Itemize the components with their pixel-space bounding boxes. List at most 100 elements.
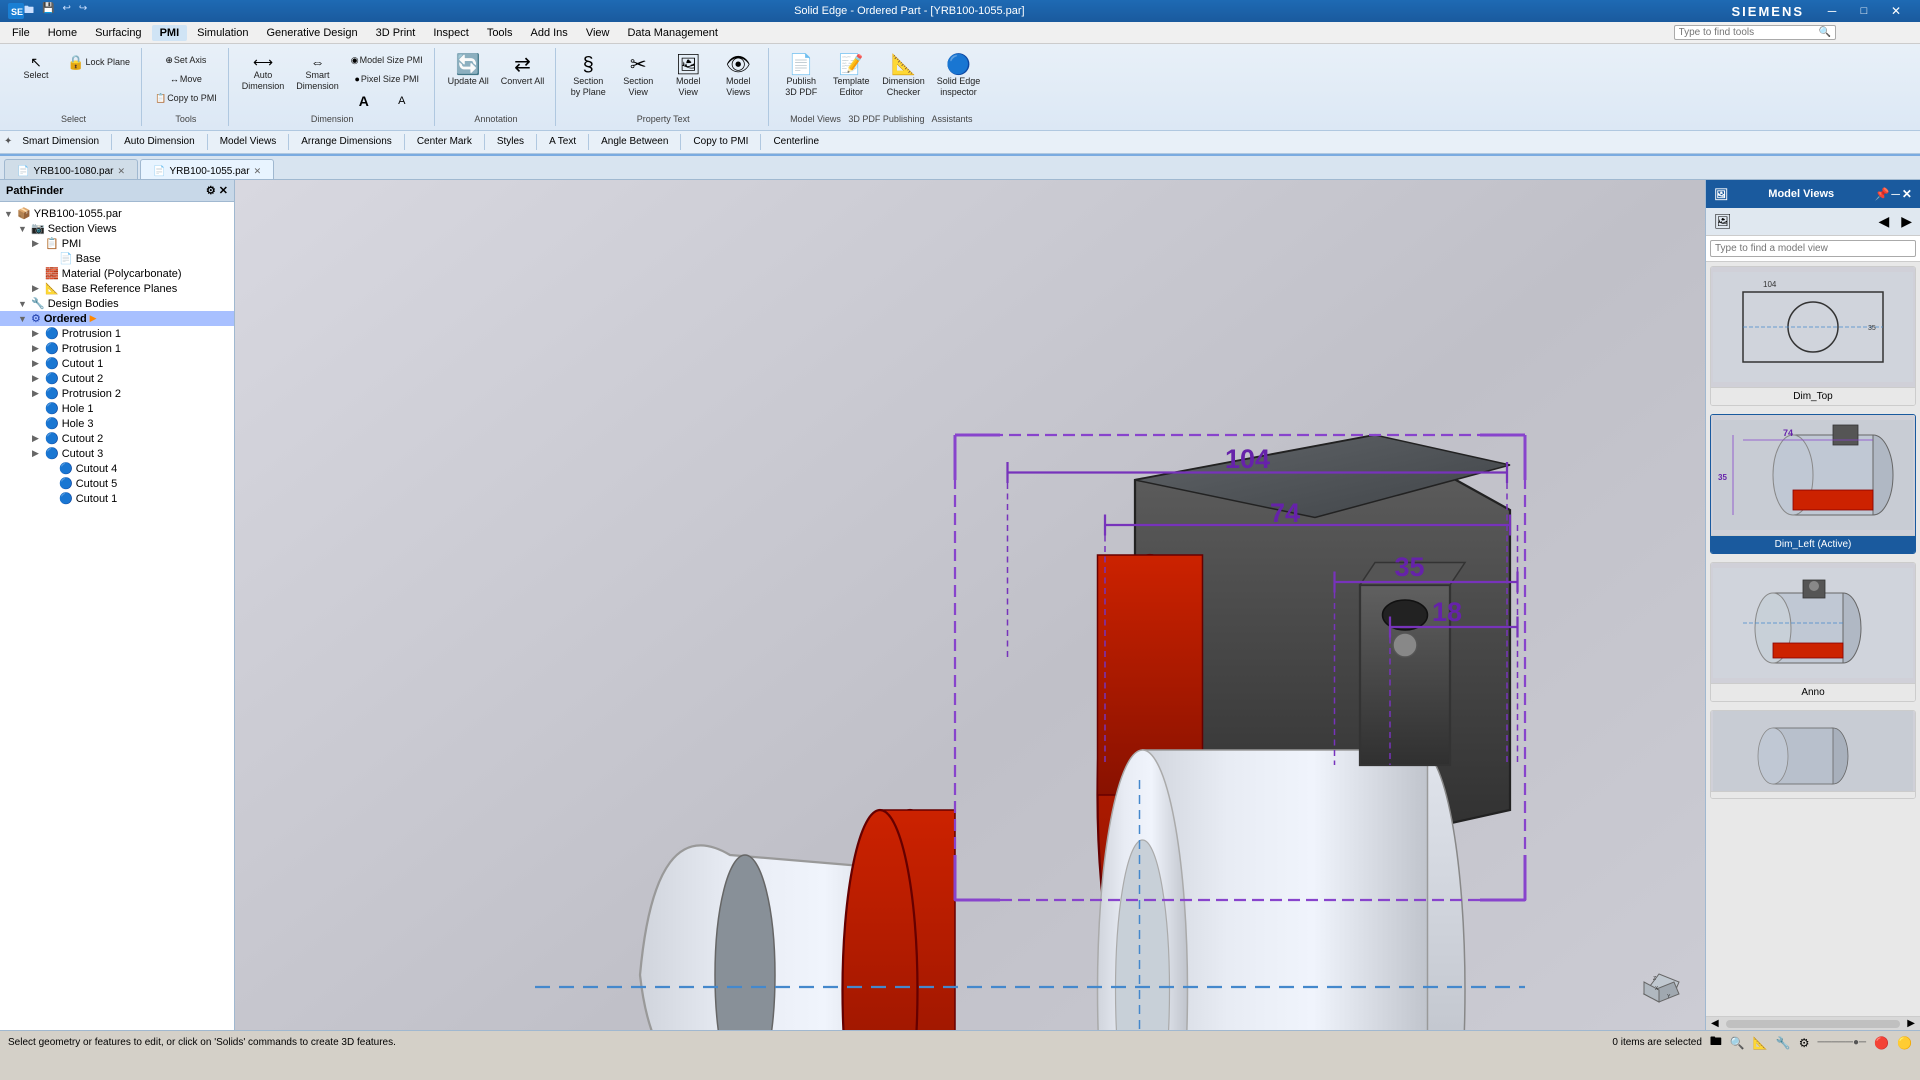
doc-tab-1055[interactable]: 📄 YRB100-1055.par ✕ bbox=[140, 159, 274, 179]
close-tab-1080[interactable]: ✕ bbox=[118, 166, 126, 177]
expand-icon[interactable]: ▶ bbox=[32, 328, 42, 339]
tree-cutout5[interactable]: 🔵 Cutout 5 bbox=[0, 476, 234, 491]
angle-between-tb2[interactable]: Angle Between bbox=[597, 135, 672, 148]
menu-inspect[interactable]: Inspect bbox=[425, 25, 476, 41]
mv-horizontal-scrollbar[interactable]: ◀ ▶ bbox=[1706, 1016, 1920, 1030]
tree-cutout1[interactable]: ▶ 🔵 Cutout 1 bbox=[0, 356, 234, 371]
text-tb2[interactable]: A Text bbox=[545, 135, 580, 148]
menu-simulation[interactable]: Simulation bbox=[189, 25, 256, 41]
expand-icon[interactable]: ▶ bbox=[32, 373, 42, 384]
orientation-cube[interactable]: X Y Z bbox=[1629, 954, 1689, 1014]
tree-design-bodies[interactable]: ▼ 🔧 Design Bodies bbox=[0, 296, 234, 311]
auto-dimension-tb2[interactable]: Auto Dimension bbox=[120, 135, 199, 148]
auto-dimension-button[interactable]: ⟷ AutoDimension bbox=[237, 52, 290, 95]
expand-icon[interactable]: ▶ bbox=[32, 238, 42, 249]
mv-item-empty[interactable] bbox=[1710, 710, 1916, 799]
styles-tb2[interactable]: Styles bbox=[493, 135, 528, 148]
mv-scroll-left[interactable]: ◀ bbox=[1708, 1018, 1722, 1029]
mv-toolbar-icon1[interactable]: 🖼 bbox=[1710, 211, 1736, 232]
model-views-button[interactable]: 👁 ModelViews bbox=[714, 52, 762, 101]
text-b-button[interactable]: A bbox=[384, 90, 420, 112]
menu-home[interactable]: Home bbox=[40, 25, 85, 41]
menu-addins[interactable]: Add Ins bbox=[523, 25, 576, 41]
tree-cutout3[interactable]: ▶ 🔵 Cutout 3 bbox=[0, 446, 234, 461]
section-by-plane-button[interactable]: § Sectionby Plane bbox=[564, 52, 612, 101]
qa-redo[interactable]: ↪ bbox=[79, 3, 87, 20]
mv-scroll-right[interactable]: ▶ bbox=[1904, 1018, 1918, 1029]
text-a-button[interactable]: A bbox=[346, 90, 382, 112]
mv-item-dim-left[interactable]: 74 35 Dim_Left (Active) bbox=[1710, 414, 1916, 554]
tree-section-views[interactable]: ▼ 📷 Section Views bbox=[0, 221, 234, 236]
update-all-button[interactable]: 🔄 Update All bbox=[443, 52, 494, 90]
search-tools-input[interactable] bbox=[1679, 27, 1819, 38]
dimension-checker-button[interactable]: 📐 DimensionChecker bbox=[877, 52, 930, 101]
move-button[interactable]: ↔ Move bbox=[150, 71, 222, 88]
menu-generative-design[interactable]: Generative Design bbox=[258, 25, 365, 41]
qa-save[interactable]: 💾 bbox=[42, 3, 54, 20]
menu-view[interactable]: View bbox=[578, 25, 618, 41]
tree-protrusion1a[interactable]: ▶ 🔵 Protrusion 1 bbox=[0, 326, 234, 341]
maximize-button[interactable]: □ bbox=[1848, 0, 1880, 22]
pathfinder-close-icon[interactable]: ✕ bbox=[219, 184, 228, 197]
qa-icon[interactable]: 🖿 bbox=[24, 3, 34, 20]
publish-3dpdf-button[interactable]: 📄 Publish3D PDF bbox=[777, 52, 825, 101]
menu-3dprint[interactable]: 3D Print bbox=[368, 25, 424, 41]
select-button[interactable]: ↖ Select bbox=[12, 52, 60, 84]
doc-tab-1080[interactable]: 📄 YRB100-1080.par ✕ bbox=[4, 159, 138, 179]
mv-item-anno[interactable]: Anno bbox=[1710, 562, 1916, 702]
tree-protrusion1b[interactable]: ▶ 🔵 Protrusion 1 bbox=[0, 341, 234, 356]
tree-cutout2a[interactable]: ▶ 🔵 Cutout 2 bbox=[0, 371, 234, 386]
expand-icon[interactable]: ▶ bbox=[32, 433, 42, 444]
mv-nav-left[interactable]: ◀ bbox=[1874, 211, 1893, 232]
tree-base[interactable]: 📄 Base bbox=[0, 251, 234, 266]
tree-hole3[interactable]: 🔵 Hole 3 bbox=[0, 416, 234, 431]
mv-close-icon[interactable]: ✕ bbox=[1902, 187, 1912, 201]
convert-all-button[interactable]: ⇄ Convert All bbox=[496, 52, 550, 90]
smart-dimension-button[interactable]: ⇔ SmartDimension bbox=[291, 52, 344, 95]
mv-minimize-icon[interactable]: ─ bbox=[1891, 187, 1900, 201]
mv-pin-icon[interactable]: 📌 bbox=[1874, 187, 1889, 201]
viewport[interactable]: 104 74 35 18 bbox=[235, 180, 1705, 1030]
solid-edge-inspector-button[interactable]: 🔵 Solid Edgeinspector bbox=[932, 52, 986, 101]
zoom-slider[interactable]: ─────●─ bbox=[1818, 1037, 1867, 1048]
template-editor-button[interactable]: 📝 TemplateEditor bbox=[827, 52, 875, 101]
lock-plane-button[interactable]: 🔒 Lock Plane bbox=[62, 52, 135, 72]
expand-icon[interactable]: ▶ bbox=[32, 388, 42, 399]
tree-base-ref-planes[interactable]: ▶ 📐 Base Reference Planes bbox=[0, 281, 234, 296]
expand-icon[interactable]: ▶ bbox=[32, 448, 42, 459]
expand-icon[interactable]: ▼ bbox=[4, 209, 14, 219]
section-view-button[interactable]: ✂ SectionView bbox=[614, 52, 662, 101]
expand-icon[interactable]: ▼ bbox=[18, 314, 28, 324]
model-size-pmi-button[interactable]: ◉ Model Size PMI bbox=[346, 52, 428, 69]
tree-pmi[interactable]: ▶ 📋 PMI bbox=[0, 236, 234, 251]
expand-icon[interactable]: ▼ bbox=[18, 224, 28, 234]
minimize-button[interactable]: ─ bbox=[1816, 0, 1848, 22]
tree-cutout4[interactable]: 🔵 Cutout 4 bbox=[0, 461, 234, 476]
tree-protrusion2[interactable]: ▶ 🔵 Protrusion 2 bbox=[0, 386, 234, 401]
model-view-button[interactable]: 🖼 ModelView bbox=[664, 52, 712, 101]
model-views-tb2[interactable]: Model Views bbox=[216, 135, 281, 148]
menu-tools[interactable]: Tools bbox=[479, 25, 521, 41]
centerline-tb2[interactable]: Centerline bbox=[769, 135, 823, 148]
menu-surfacing[interactable]: Surfacing bbox=[87, 25, 149, 41]
mv-item-dim-top[interactable]: 104 35 Dim_Top bbox=[1710, 266, 1916, 406]
expand-icon[interactable]: ▶ bbox=[32, 358, 42, 369]
close-tab-1055[interactable]: ✕ bbox=[254, 166, 262, 177]
menu-pmi[interactable]: PMI bbox=[152, 25, 188, 41]
expand-icon[interactable]: ▶ bbox=[32, 283, 42, 294]
expand-icon[interactable]: ▶ bbox=[32, 343, 42, 354]
smart-dimension-tb2[interactable]: Smart Dimension bbox=[18, 135, 103, 148]
close-button[interactable]: ✕ bbox=[1880, 0, 1912, 22]
tree-hole1[interactable]: 🔵 Hole 1 bbox=[0, 401, 234, 416]
menu-file[interactable]: File bbox=[4, 25, 38, 41]
center-mark-tb2[interactable]: Center Mark bbox=[413, 135, 476, 148]
copy-to-pmi-button[interactable]: 📋 Copy to PMI bbox=[150, 90, 222, 107]
expand-icon[interactable]: ▼ bbox=[18, 299, 28, 309]
menu-data-management[interactable]: Data Management bbox=[619, 25, 726, 41]
copy-to-pmi-tb2[interactable]: Copy to PMI bbox=[689, 135, 752, 148]
arrange-dimensions-tb2[interactable]: Arrange Dimensions bbox=[297, 135, 396, 148]
tree-cutout2b[interactable]: ▶ 🔵 Cutout 2 bbox=[0, 431, 234, 446]
model-views-search-input[interactable] bbox=[1710, 240, 1916, 257]
qa-undo[interactable]: ↩ bbox=[62, 3, 70, 20]
tree-material[interactable]: 🧱 Material (Polycarbonate) bbox=[0, 266, 234, 281]
